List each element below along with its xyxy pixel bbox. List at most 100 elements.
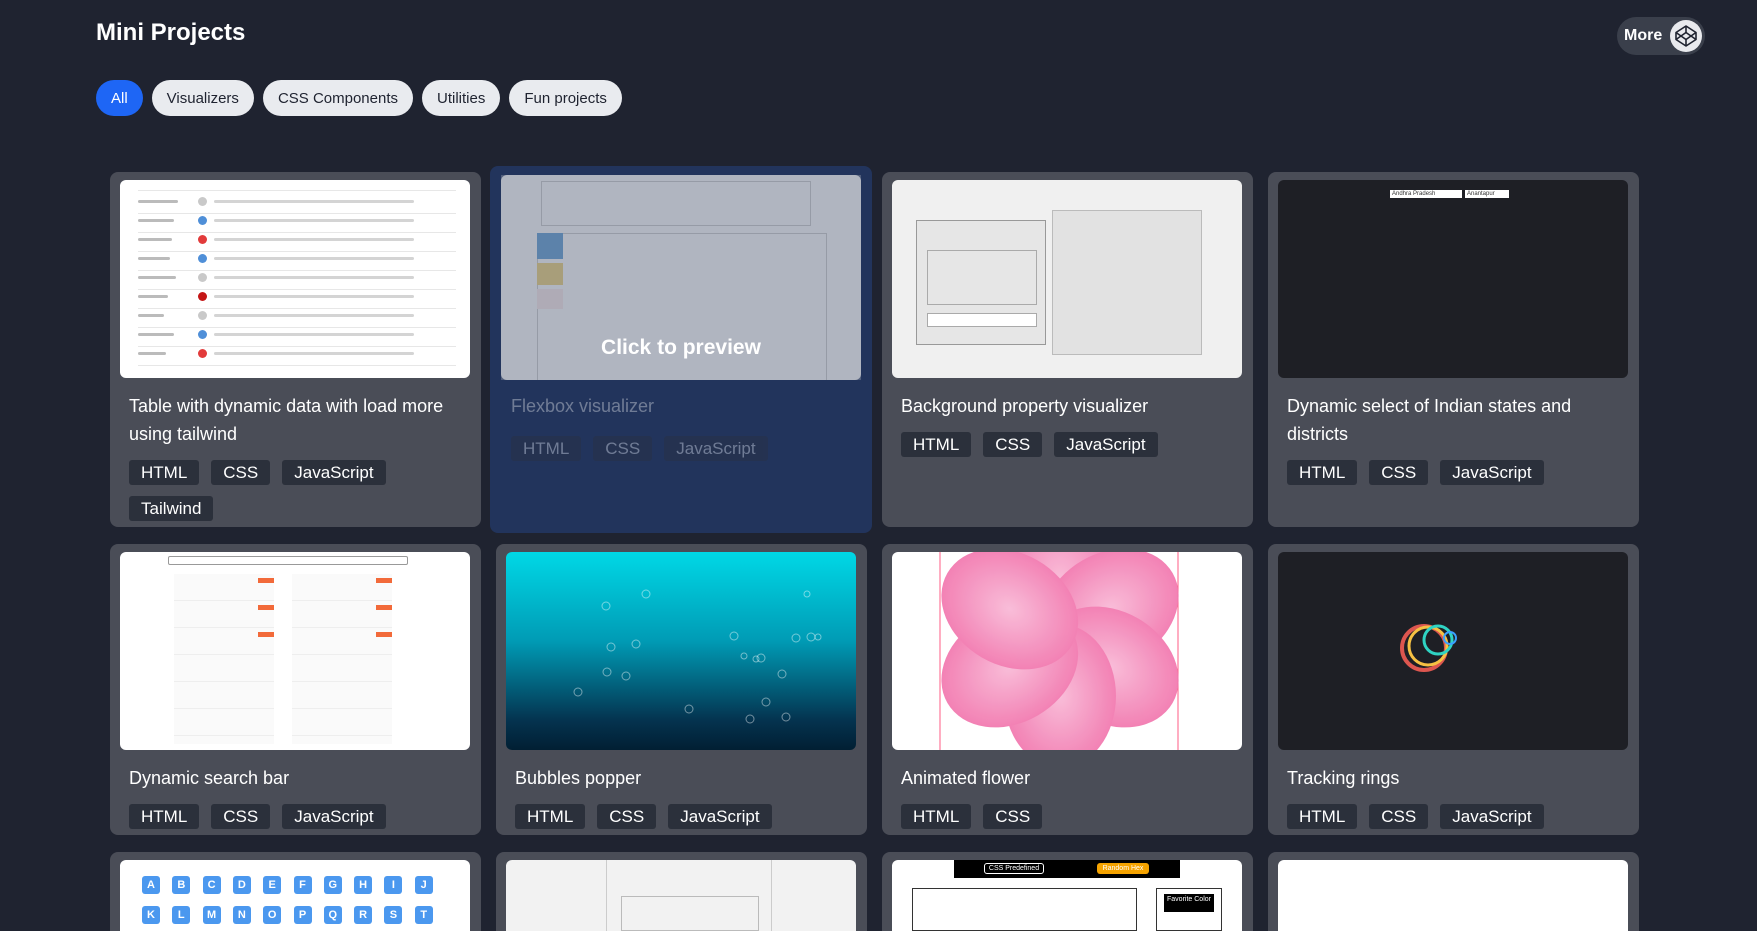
tag-list: HTML CSS JavaScript: [515, 804, 855, 829]
alphabet-key: K: [142, 906, 160, 924]
project-card[interactable]: CSS Predefined Random Hex Favorite Color: [882, 852, 1253, 931]
state-select: Andhra Pradesh: [1390, 190, 1462, 198]
alphabet-key: T: [414, 906, 433, 924]
project-thumbnail: Andhra Pradesh Anantapur: [1278, 180, 1628, 378]
project-thumbnail: [506, 860, 856, 931]
project-thumbnail: [1278, 860, 1628, 931]
alphabet-key: O: [263, 906, 282, 924]
tag: HTML: [129, 804, 200, 829]
project-card[interactable]: Table with dynamic data with load more u…: [110, 172, 481, 527]
alphabet-key: I: [384, 876, 403, 894]
project-thumbnail: [892, 180, 1242, 378]
alphabet-key: G: [323, 876, 342, 894]
project-card[interactable]: Background property visualizer HTML CSS …: [882, 172, 1253, 527]
tag: CSS: [1369, 804, 1429, 829]
project-thumbnail: [892, 552, 1242, 750]
tag: HTML: [515, 804, 586, 829]
tag-list: HTML CSS JavaScript: [1287, 460, 1627, 485]
filter-visualizers[interactable]: Visualizers: [151, 80, 254, 116]
card-title: Tracking rings: [1287, 768, 1400, 788]
project-thumbnail: [120, 552, 470, 750]
random-hex-button: Random Hex: [1097, 863, 1149, 874]
flower-graphic: [939, 552, 1179, 750]
project-thumbnail: [120, 180, 470, 378]
alphabet-key: H: [354, 876, 373, 894]
tag-list: HTML CSS JavaScript: [511, 436, 851, 461]
project-thumbnail: [1278, 552, 1628, 750]
preview-label[interactable]: Click to preview: [501, 175, 861, 380]
tag: JavaScript: [1440, 804, 1544, 829]
district-select: Anantapur: [1465, 190, 1509, 198]
tag: JavaScript: [664, 436, 768, 461]
tag: JavaScript: [1054, 432, 1158, 457]
page-title: Mini Projects: [96, 19, 246, 46]
rings-graphic: [1400, 624, 1457, 672]
card-title: Background property visualizer: [901, 396, 1149, 416]
more-label: More: [1624, 27, 1663, 44]
tag: CSS: [597, 804, 657, 829]
alphabet-key: L: [172, 906, 191, 924]
tag: CSS: [593, 436, 653, 461]
filter-utilities[interactable]: Utilities: [422, 80, 501, 116]
project-card[interactable]: Click to preview Flexbox visualizer HTML…: [490, 166, 872, 533]
filter-css-components[interactable]: CSS Components: [262, 80, 413, 116]
css-predefined-button: CSS Predefined: [984, 863, 1044, 874]
card-title: Dynamic search bar: [129, 768, 290, 788]
header: Mini Projects More: [0, 0, 1757, 70]
project-card[interactable]: ABCDEFGHIJ KLMNOPQRST: [110, 852, 481, 931]
codepen-icon: [1670, 20, 1702, 52]
alphabet-key: B: [172, 876, 191, 894]
alphabet-key: Q: [323, 906, 342, 924]
filter-fun-projects[interactable]: Fun projects: [509, 80, 622, 116]
card-title: Table with dynamic data with load more u…: [129, 396, 444, 444]
alphabet-key: J: [414, 876, 433, 894]
alphabet-key: C: [202, 876, 221, 894]
tag: HTML: [901, 804, 972, 829]
filter-chips: All Visualizers CSS Components Utilities…: [96, 80, 622, 116]
project-thumbnail: ABCDEFGHIJ KLMNOPQRST: [120, 860, 470, 931]
card-title: Dynamic select of Indian states and dist…: [1287, 396, 1572, 444]
project-thumbnail: [506, 552, 856, 750]
alphabet-key: M: [202, 906, 221, 924]
tag: HTML: [511, 436, 582, 461]
filter-all[interactable]: All: [96, 80, 143, 116]
tag: JavaScript: [668, 804, 772, 829]
tag: JavaScript: [282, 460, 386, 485]
project-thumbnail: CSS Predefined Random Hex Favorite Color: [892, 860, 1242, 931]
more-button[interactable]: More: [1617, 17, 1705, 55]
project-card[interactable]: [1268, 852, 1639, 931]
project-card[interactable]: Bubbles popper HTML CSS JavaScript: [496, 544, 867, 835]
project-card[interactable]: Dynamic search bar HTML CSS JavaScript: [110, 544, 481, 835]
tag-list: HTML CSS JavaScript Tailwind: [129, 460, 469, 521]
alphabet-key: E: [263, 876, 282, 894]
project-card[interactable]: [496, 852, 867, 931]
alphabet-key: A: [142, 876, 160, 894]
tag: Tailwind: [129, 496, 214, 521]
tag-list: HTML CSS JavaScript: [901, 432, 1241, 457]
alphabet-key: F: [293, 876, 312, 894]
tag: HTML: [129, 460, 200, 485]
alphabet-key: N: [232, 906, 251, 924]
tag-list: HTML CSS: [901, 804, 1241, 829]
alphabet-key: D: [232, 876, 251, 894]
tag-list: HTML CSS JavaScript: [129, 804, 469, 829]
tag: HTML: [901, 432, 972, 457]
tag: JavaScript: [282, 804, 386, 829]
favorite-color-label: Favorite Color: [1164, 894, 1214, 912]
project-card[interactable]: Animated flower HTML CSS: [882, 544, 1253, 835]
project-card[interactable]: Andhra Pradesh Anantapur Dynamic select …: [1268, 172, 1639, 527]
bubbles-graphic: [573, 589, 822, 724]
tag: CSS: [983, 432, 1043, 457]
card-title: Animated flower: [901, 768, 1031, 788]
card-title: Flexbox visualizer: [511, 396, 655, 416]
alphabet-key: R: [354, 906, 373, 924]
tag: JavaScript: [1440, 460, 1544, 485]
tag: HTML: [1287, 804, 1358, 829]
card-title: Bubbles popper: [515, 768, 642, 788]
tag: CSS: [211, 804, 271, 829]
tag: CSS: [211, 460, 271, 485]
tag: CSS: [1369, 460, 1429, 485]
project-card[interactable]: Tracking rings HTML CSS JavaScript: [1268, 544, 1639, 835]
tag: HTML: [1287, 460, 1358, 485]
tag: CSS: [983, 804, 1043, 829]
